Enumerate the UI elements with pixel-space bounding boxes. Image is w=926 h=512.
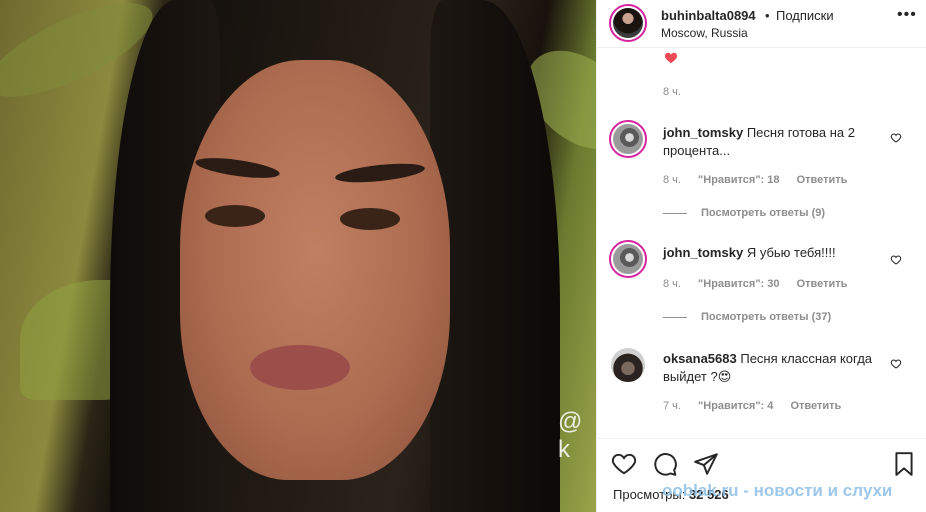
comment-text: Я убью тебя!!!! bbox=[746, 245, 836, 260]
reply-button[interactable]: Ответить bbox=[797, 278, 848, 290]
eye bbox=[205, 205, 265, 227]
post-location[interactable]: Moscow, Russia bbox=[661, 26, 748, 40]
comment-username[interactable]: oksana5683 bbox=[663, 351, 737, 366]
comment-time[interactable]: 8 ч. bbox=[663, 278, 681, 290]
share-send-icon[interactable] bbox=[693, 451, 719, 477]
post-header: buhinbalta0894 • Подписки Moscow, Russia… bbox=[597, 0, 926, 48]
comment-username[interactable]: john_tomsky bbox=[663, 125, 743, 140]
lips bbox=[250, 345, 350, 390]
comment-time[interactable]: 7 ч. bbox=[663, 400, 681, 412]
comment-meta: 8 ч. "Нравится": 18 Ответить bbox=[663, 174, 861, 186]
author-username[interactable]: buhinbalta0894 bbox=[661, 8, 756, 23]
like-heart-icon[interactable] bbox=[890, 132, 902, 144]
comment-bubble-icon[interactable] bbox=[652, 451, 678, 477]
following-button[interactable]: Подписки bbox=[776, 8, 834, 23]
face bbox=[180, 60, 450, 480]
comment-body: oksana5683 Песня классная когда выйдет ?… bbox=[663, 350, 883, 386]
view-replies-button[interactable]: Посмотреть ответы (9) bbox=[663, 207, 825, 219]
caption-time: 8 ч. bbox=[663, 86, 681, 98]
eye bbox=[340, 208, 400, 230]
replies-line bbox=[663, 212, 687, 214]
comment-likes[interactable]: "Нравится": 4 bbox=[698, 400, 773, 412]
reply-button[interactable]: Ответить bbox=[797, 174, 848, 186]
photo-watermark: @ k bbox=[558, 408, 583, 463]
separator-dot: • bbox=[765, 8, 770, 23]
view-replies-label: Посмотреть ответы (37) bbox=[701, 311, 832, 323]
more-icon[interactable]: ••• bbox=[897, 6, 917, 24]
site-watermark: ooblak.ru - новости и слухи bbox=[662, 481, 893, 500]
comment-body: john_tomsky Песня готова на 2 процента..… bbox=[663, 124, 883, 160]
author-avatar[interactable] bbox=[609, 4, 647, 42]
heart-emoji-icon bbox=[664, 52, 678, 64]
comment-likes[interactable]: "Нравится": 30 bbox=[698, 278, 779, 290]
comments-panel: buhinbalta0894 • Подписки Moscow, Russia… bbox=[596, 0, 926, 512]
comment-likes[interactable]: "Нравится": 18 bbox=[698, 174, 779, 186]
commenter-avatar[interactable] bbox=[609, 240, 647, 278]
comment-username[interactable]: john_tomsky bbox=[663, 245, 743, 260]
comment-time[interactable]: 8 ч. bbox=[663, 174, 681, 186]
view-replies-label: Посмотреть ответы (9) bbox=[701, 207, 826, 219]
comment-body: john_tomsky Я убью тебя!!!! bbox=[663, 244, 883, 262]
bookmark-icon[interactable] bbox=[891, 451, 917, 477]
commenter-avatar[interactable] bbox=[609, 120, 647, 158]
post-photo[interactable]: @ k bbox=[0, 0, 596, 512]
replies-line bbox=[663, 316, 687, 318]
commenter-avatar[interactable] bbox=[611, 348, 645, 382]
like-heart-icon[interactable] bbox=[890, 254, 902, 266]
view-replies-button[interactable]: Посмотреть ответы (37) bbox=[663, 311, 831, 323]
comment-meta: 7 ч. "Нравится": 4 Ответить bbox=[663, 400, 855, 412]
reply-button[interactable]: Ответить bbox=[790, 400, 841, 412]
like-heart-icon[interactable] bbox=[611, 451, 637, 477]
like-heart-icon[interactable] bbox=[890, 358, 902, 370]
comment-meta: 8 ч. "Нравится": 30 Ответить bbox=[663, 278, 861, 290]
